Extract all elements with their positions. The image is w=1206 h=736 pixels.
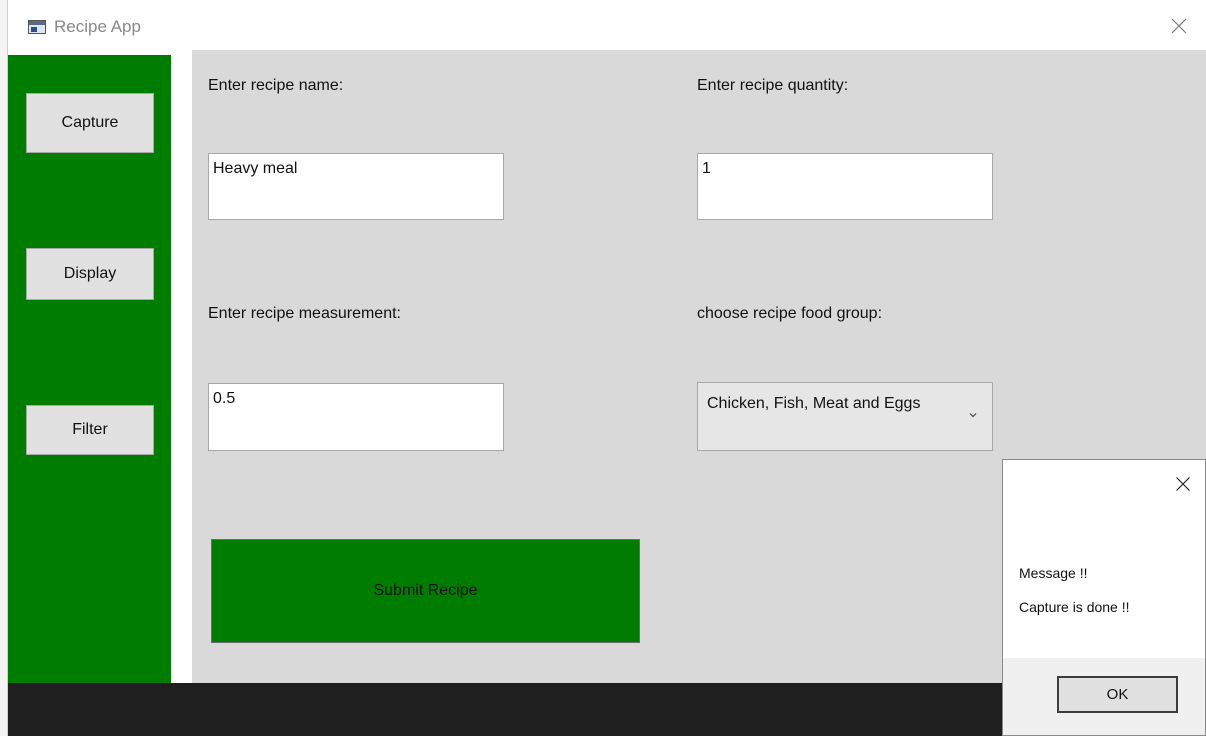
close-icon [1171,18,1187,34]
title-bar: Recipe App [8,0,1206,50]
recipe-measurement-input[interactable]: 0.5 [208,383,504,451]
window-title: Recipe App [54,17,141,36]
recipe-name-label: Enter recipe name: [208,77,344,94]
chevron-down-icon [969,413,977,418]
dialog-close-button[interactable] [1171,472,1195,496]
dialog-message: Capture is done !! [1019,599,1130,615]
window-left-edge [0,0,8,736]
display-button[interactable]: Display [26,248,154,300]
filter-button[interactable]: Filter [26,405,154,455]
recipe-quantity-input[interactable]: 1 [697,153,993,220]
ok-button[interactable]: OK [1057,676,1178,713]
capture-button[interactable]: Capture [26,93,154,153]
message-dialog: Message !! Capture is done !! OK [1002,459,1206,736]
window-close-button[interactable] [1166,13,1192,39]
food-group-select[interactable]: Chicken, Fish, Meat and Eggs [697,382,993,451]
submit-recipe-button[interactable]: Submit Recipe [211,539,640,643]
close-icon [1176,477,1190,491]
recipe-name-input[interactable]: Heavy meal [208,153,504,220]
sidebar: Capture Display Filter [8,55,171,683]
app-window-icon [28,20,46,34]
dialog-heading: Message !! [1019,565,1088,581]
dialog-footer: OK [1003,658,1205,735]
food-group-selected-value: Chicken, Fish, Meat and Eggs [707,395,921,412]
recipe-quantity-label: Enter recipe quantity: [697,77,849,94]
recipe-measurement-label: Enter recipe measurement: [208,305,401,322]
food-group-label: choose recipe food group: [697,305,883,322]
recipe-app-window: Recipe App Capture Display Filter Enter … [0,0,1206,736]
